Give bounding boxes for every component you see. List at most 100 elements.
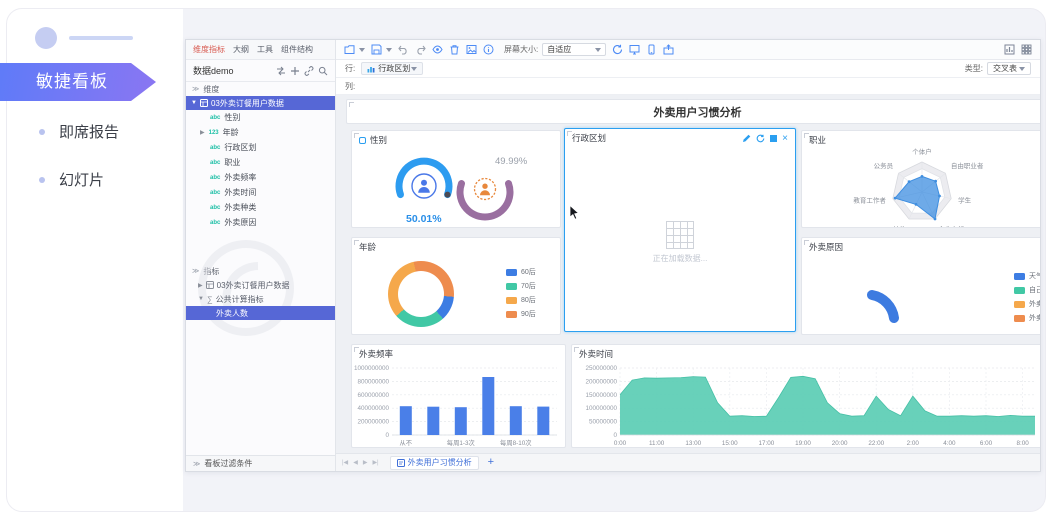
dataset-icon: [200, 99, 208, 107]
last-sheet-icon[interactable]: ▶|: [372, 459, 378, 466]
legend-item[interactable]: 外卖: [1014, 313, 1040, 323]
prev-sheet-icon[interactable]: ◀: [353, 459, 358, 466]
export-icon[interactable]: [663, 44, 674, 55]
type-select[interactable]: 交叉表: [987, 62, 1031, 75]
dimension-root-dataset[interactable]: ▼ 03外卖订餐用户数据: [186, 96, 335, 110]
widget-gender[interactable]: 性别 49.99% 50.01%: [351, 130, 561, 228]
dataset-icon: [206, 281, 214, 289]
expander-closed-icon[interactable]: ▶: [200, 129, 205, 136]
widget-time[interactable]: 外卖时间 05000000010000000015000000020000000…: [571, 344, 1040, 448]
row-shelf: 行: 行政区划 类型: 交叉表: [336, 60, 1040, 78]
tab-dimensions-metrics[interactable]: 维度指标: [193, 44, 225, 55]
chart-type-icon[interactable]: [1004, 44, 1015, 55]
avatar: [35, 27, 57, 49]
refresh-icon[interactable]: [612, 44, 623, 55]
svg-text:6:00: 6:00: [980, 440, 993, 447]
legend-item[interactable]: 自己: [1014, 285, 1040, 295]
mobile-preview-icon[interactable]: [646, 44, 657, 55]
redo-icon[interactable]: [415, 44, 426, 55]
svg-text:800000000: 800000000: [357, 378, 389, 385]
new-component-icon[interactable]: [344, 44, 355, 55]
svg-text:公务员: 公务员: [874, 161, 894, 170]
field-occupation[interactable]: abc职业: [186, 155, 335, 170]
delete-icon[interactable]: [449, 44, 460, 55]
occupation-radar-chart[interactable]: 个体户自由职业者学生企业白领其他教育工作者公务员: [804, 148, 1040, 225]
legend-item[interactable]: 外卖: [1014, 299, 1040, 309]
donut-ring[interactable]: [388, 261, 454, 327]
field-region[interactable]: abc行政区划: [186, 140, 335, 155]
nav-item-slides[interactable]: 幻灯片: [39, 169, 104, 190]
expander-open-icon[interactable]: ▼: [198, 296, 204, 302]
add-sheet-button[interactable]: +: [488, 457, 494, 468]
dimensions-header[interactable]: ≫ 维度: [186, 82, 335, 96]
screen-size-select[interactable]: 自适应: [542, 43, 606, 56]
close-icon[interactable]: ×: [782, 134, 788, 143]
svg-text:每周1-3次: 每周1-3次: [447, 438, 476, 447]
search-icon[interactable]: [318, 66, 328, 76]
refresh-icon[interactable]: [756, 134, 765, 143]
field-time[interactable]: abc外卖时间: [186, 185, 335, 200]
component-library-icon[interactable]: [1021, 44, 1032, 55]
metrics-header[interactable]: ≫ 指标: [186, 264, 335, 278]
reason-pie-chart[interactable]: 天气自己外卖外卖: [804, 255, 1040, 332]
age-donut-chart[interactable]: 60后 70后 80后 90后: [354, 255, 558, 332]
first-sheet-icon[interactable]: |◀: [342, 459, 348, 466]
field-frequency[interactable]: abc外卖频率: [186, 170, 335, 185]
time-area-chart[interactable]: 0500000001000000001500000002000000002500…: [574, 362, 1040, 445]
link-icon[interactable]: [304, 66, 314, 76]
legend-item[interactable]: 天气: [1014, 271, 1040, 281]
legend-item[interactable]: 70后: [506, 281, 536, 291]
sheet-tab-active[interactable]: 外卖用户习惯分析: [390, 456, 479, 470]
undo-icon[interactable]: [398, 44, 409, 55]
field-category[interactable]: abc外卖种类: [186, 200, 335, 215]
widget-reason[interactable]: 外卖原因 天气自己外卖外卖: [801, 237, 1040, 335]
field-reason[interactable]: abc外卖原因: [186, 215, 335, 230]
column-shelf[interactable]: 列:: [336, 78, 1040, 95]
field-age[interactable]: ▶123年龄: [186, 125, 335, 140]
dashboard-filter-bar[interactable]: ≫ 看板过滤条件: [186, 455, 335, 471]
gender-gauge-chart[interactable]: 49.99% 50.01%: [354, 148, 558, 225]
legend-item[interactable]: 90后: [506, 309, 536, 319]
loading-indicator: 正在加载数据...: [565, 221, 795, 264]
stop-icon[interactable]: [770, 135, 777, 142]
legend-item[interactable]: 60后: [506, 267, 536, 277]
save-icon[interactable]: [371, 44, 382, 55]
metric-takeout-count-selected[interactable]: 外卖人数: [186, 306, 335, 320]
field-gender[interactable]: abc性别: [186, 110, 335, 125]
expander-open-icon[interactable]: ▼: [191, 100, 197, 106]
pc-preview-icon[interactable]: [629, 44, 640, 55]
metric-public-calc[interactable]: ▼ ∑ 公共计算指标: [186, 292, 335, 306]
tab-tools[interactable]: 工具: [257, 44, 273, 55]
expander-closed-icon[interactable]: ▶: [198, 282, 203, 289]
chevron-down-icon[interactable]: [359, 48, 365, 52]
info-icon[interactable]: [483, 44, 494, 55]
widget-occupation[interactable]: 职业 个体户自由职业者学生企业白领其他教育工作者公务员: [801, 130, 1040, 228]
widget-region-selected[interactable]: 行政区划 × 正在加载数据...: [564, 128, 796, 332]
widget-frequency[interactable]: 外卖频率 02000000004000000006000000008000000…: [351, 344, 566, 448]
svg-text:1000000000: 1000000000: [354, 365, 389, 372]
svg-text:从不: 从不: [400, 439, 413, 447]
edit-icon[interactable]: [742, 134, 751, 143]
chevron-down-icon[interactable]: [386, 48, 392, 52]
widget-dashboard-title[interactable]: 外卖用户习惯分析: [346, 99, 1040, 124]
tab-outline[interactable]: 大纲: [233, 44, 249, 55]
row-field-pill[interactable]: 行政区划: [361, 62, 423, 75]
frequency-bar-chart[interactable]: 0200000000400000000600000000800000000100…: [354, 362, 563, 445]
image-export-icon[interactable]: [466, 44, 477, 55]
nav-item-adhoc-report[interactable]: 即席报告: [39, 121, 119, 142]
svg-text:22:00: 22:00: [868, 440, 884, 447]
svg-text:企业白领: 企业白领: [938, 224, 965, 228]
svg-text:15:00: 15:00: [722, 440, 738, 447]
preview-eye-icon[interactable]: [432, 44, 443, 55]
svg-text:教育工作者: 教育工作者: [853, 196, 886, 205]
metric-dataset[interactable]: ▶ 03外卖订餐用户数据: [186, 278, 335, 292]
chevron-down-icon: [595, 48, 601, 52]
switch-dataset-icon[interactable]: [276, 66, 286, 76]
widget-age[interactable]: 年龄 60后70后80后90后: [351, 237, 561, 335]
tab-component-structure[interactable]: 组件结构: [281, 44, 313, 55]
next-sheet-icon[interactable]: ▶: [363, 459, 368, 466]
nav-item-dashboard-active[interactable]: 敏捷看板: [0, 63, 156, 101]
legend-item[interactable]: 80后: [506, 295, 536, 305]
svg-text:49.99%: 49.99%: [495, 156, 528, 167]
add-field-icon[interactable]: [290, 66, 300, 76]
